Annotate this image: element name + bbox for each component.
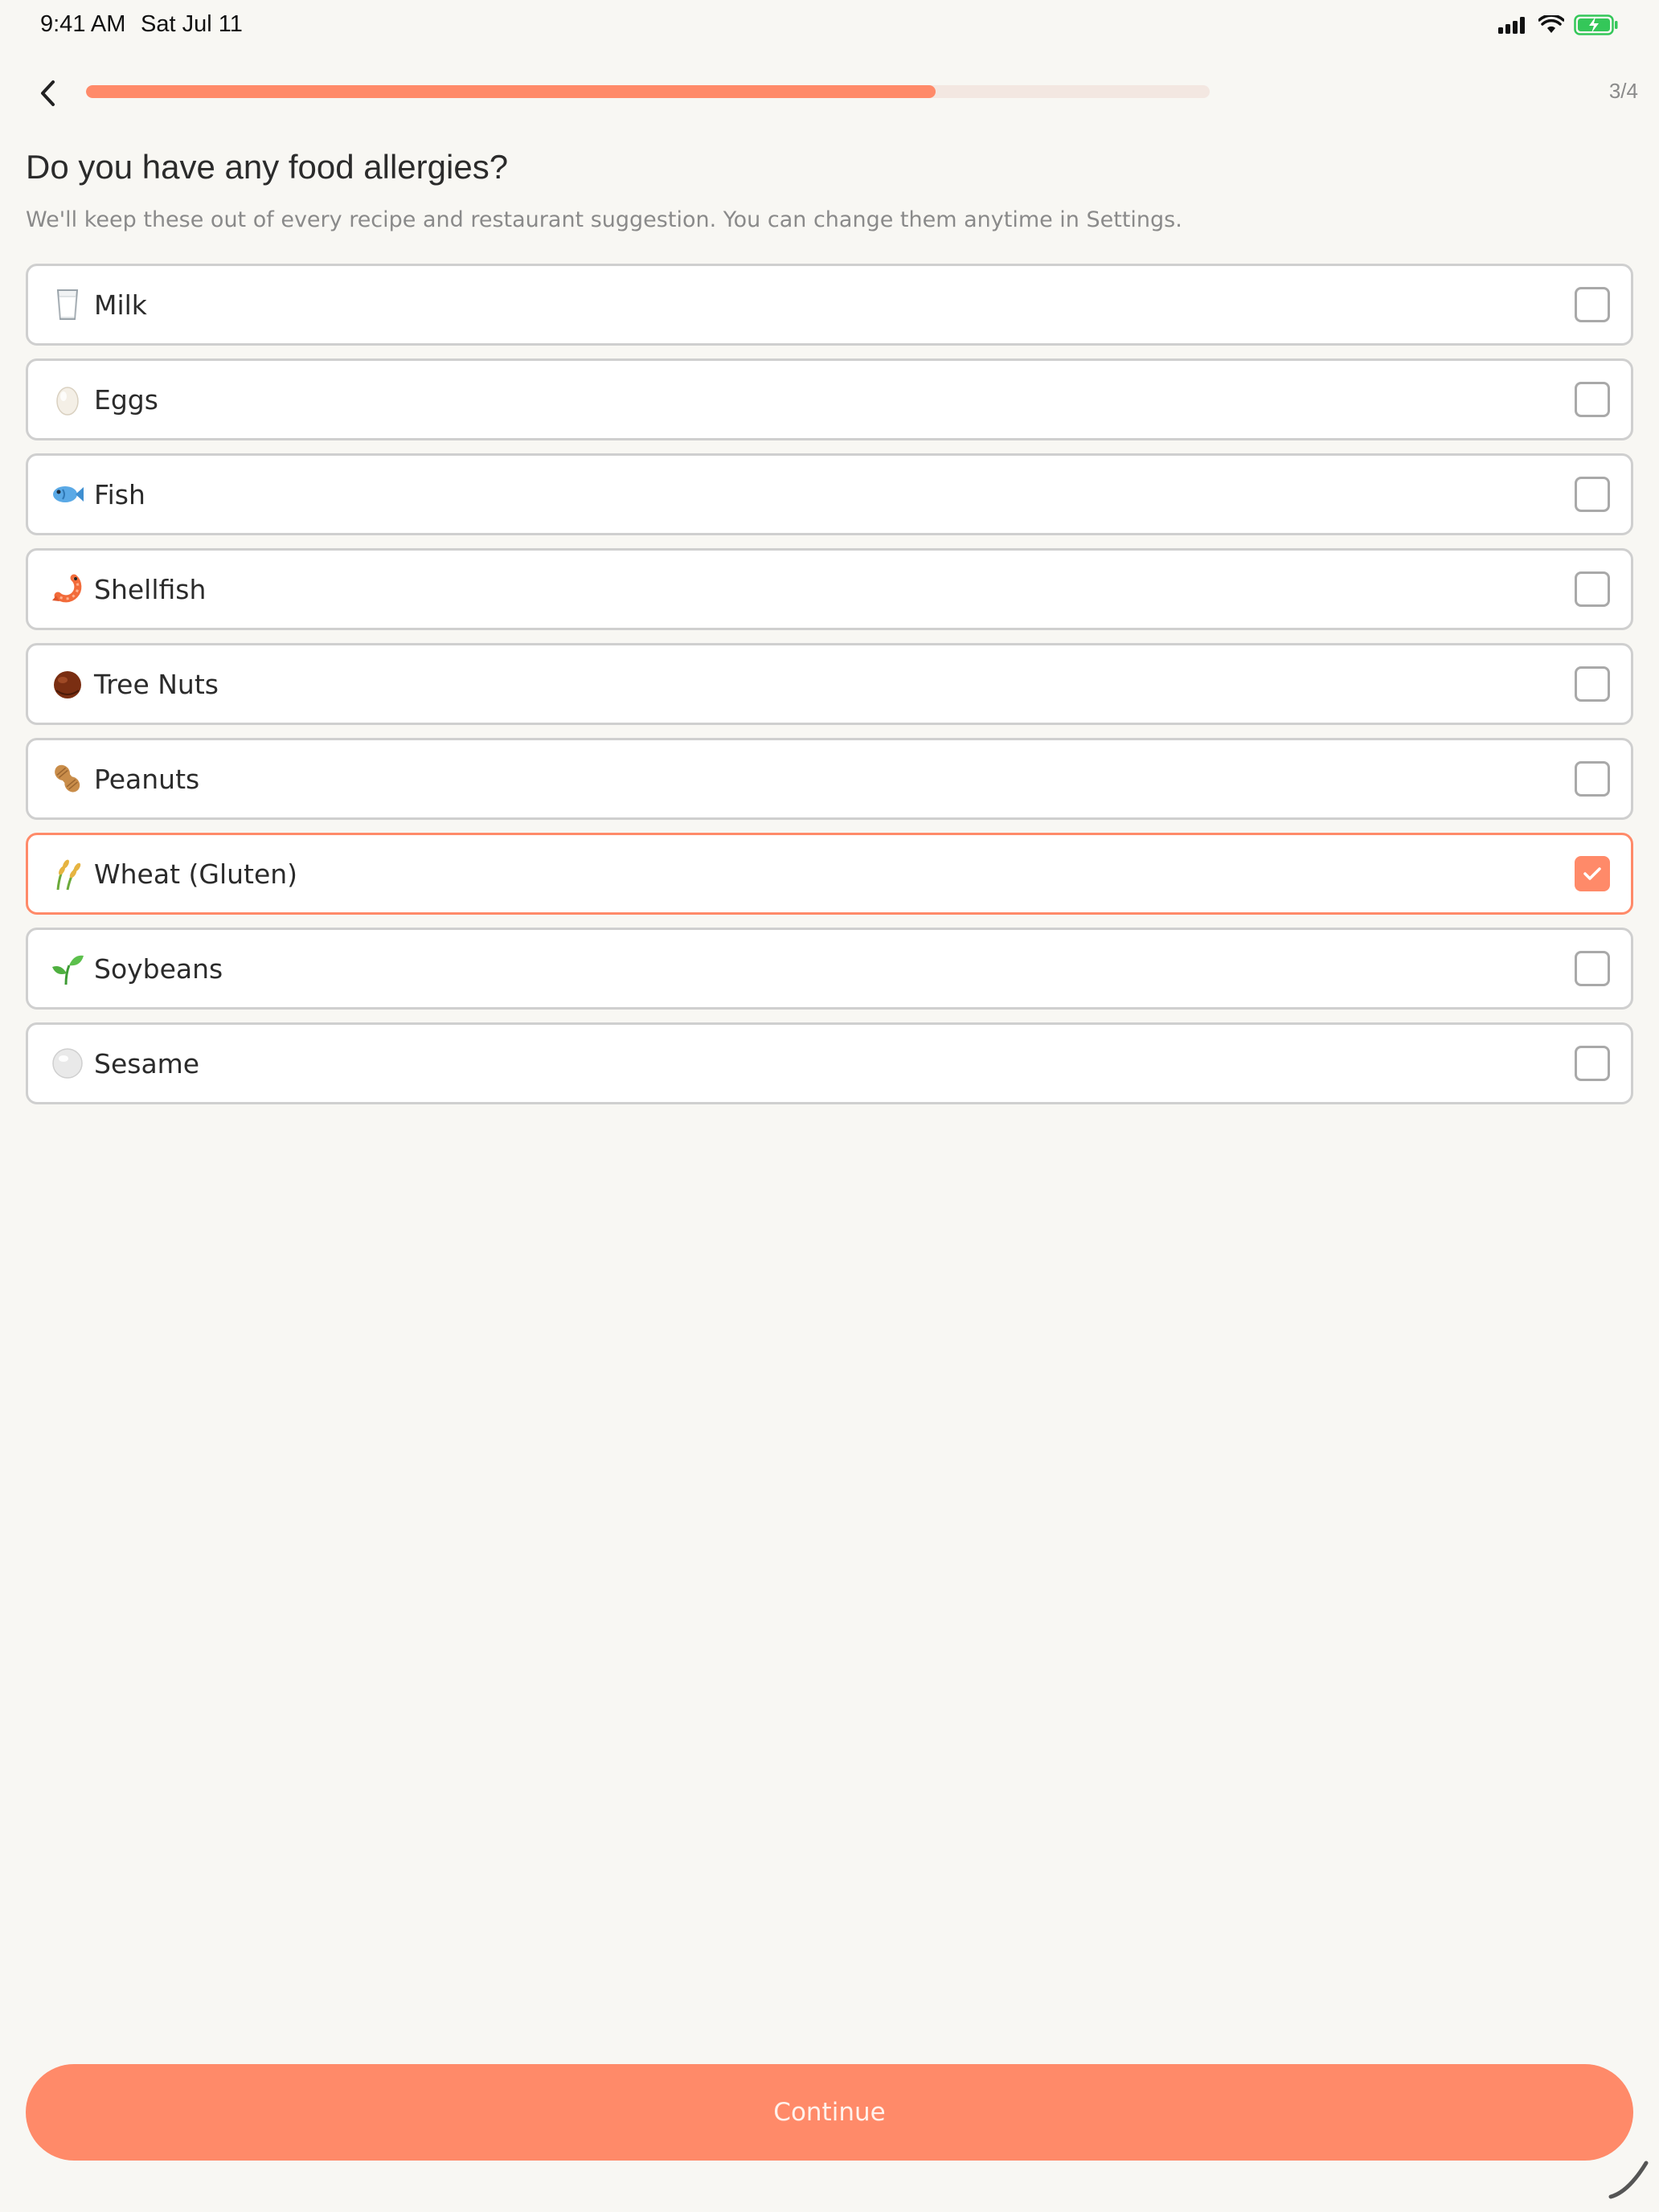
checkbox[interactable] [1575,477,1610,512]
option-peanuts[interactable]: Peanuts [26,738,1633,820]
option-label: Milk [94,289,147,321]
checkbox[interactable] [1575,951,1610,986]
option-label: Eggs [94,383,158,416]
option-label: Soybeans [94,952,223,985]
option-tree-nuts[interactable]: Tree Nuts [26,643,1633,725]
step-counter: 3/4 [1608,79,1638,103]
checkbox[interactable] [1575,761,1610,797]
checkbox[interactable] [1575,1046,1610,1081]
checkbox[interactable] [1575,382,1610,417]
option-shellfish[interactable]: Shellfish [26,548,1633,630]
checkbox[interactable] [1575,666,1610,702]
wheat-icon [49,855,86,892]
page-title: Do you have any food allergies? [26,148,509,186]
allergy-options-list: Milk Eggs Fish Shellfish Tree Nuts Peanu… [26,264,1633,1117]
checkbox[interactable] [1575,856,1610,891]
progress-bar [86,85,1210,98]
continue-button[interactable]: Continue [26,2064,1633,2161]
option-label: Peanuts [94,763,200,795]
peanut-icon [49,760,86,797]
fish-icon [49,476,86,513]
option-label: Wheat (Gluten) [94,858,298,890]
sesame-icon [49,1045,86,1082]
option-label: Fish [94,478,145,510]
signal-icon [1498,16,1529,38]
status-time: 9:41 AM [40,11,126,37]
status-date: Sat Jul 11 [141,11,243,37]
checkbox[interactable] [1575,571,1610,607]
option-eggs[interactable]: Eggs [26,358,1633,440]
checkmark-icon [1583,867,1601,880]
chevron-left-icon [41,80,55,106]
option-label: Tree Nuts [94,668,219,700]
option-fish[interactable]: Fish [26,453,1633,535]
checkbox[interactable] [1575,287,1610,322]
chestnut-icon [49,666,86,703]
milk-glass-icon [49,286,86,323]
seedling-icon [49,950,86,987]
option-label: Shellfish [94,573,207,605]
status-bar: 9:41 AM Sat Jul 11 [0,0,1659,51]
status-icons [1498,14,1619,39]
pencil-hover-icon [1606,2157,1651,2206]
back-button[interactable] [24,69,72,117]
option-soybeans[interactable]: Soybeans [26,928,1633,1010]
progress-fill [86,85,936,98]
egg-icon [49,381,86,418]
option-sesame[interactable]: Sesame [26,1022,1633,1104]
page-subtitle: We'll keep these out of every recipe and… [26,207,1182,232]
option-label: Sesame [94,1047,200,1079]
battery-charging-icon [1574,14,1619,39]
shrimp-icon [49,571,86,608]
wifi-icon [1538,14,1565,39]
option-wheat-gluten[interactable]: Wheat (Gluten) [26,833,1633,915]
option-milk[interactable]: Milk [26,264,1633,346]
